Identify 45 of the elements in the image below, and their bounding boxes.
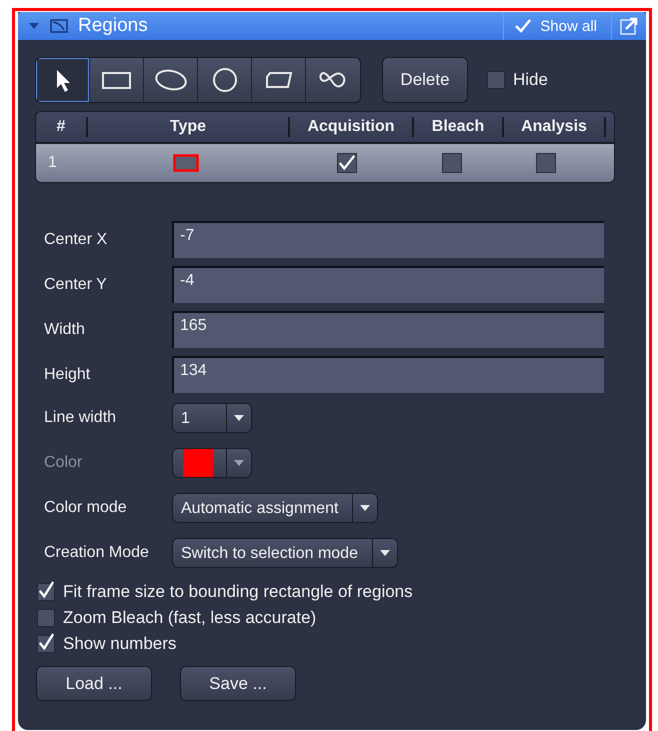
- pointer-tool-button[interactable]: [36, 58, 90, 102]
- caret-icon: [378, 549, 391, 557]
- file-button[interactable]: Save ...: [180, 666, 296, 701]
- delete-button[interactable]: Delete: [382, 57, 468, 103]
- table-checkbox[interactable]: [536, 153, 556, 173]
- color-dropdown[interactable]: [172, 448, 252, 478]
- region-number: 1: [47, 154, 58, 172]
- collapse-icon[interactable]: [28, 22, 40, 30]
- option-checkbox[interactable]: Fit frame size to bounding rectangle of regions: [37, 582, 646, 602]
- dropdown-label: Line width: [43, 409, 118, 427]
- table-checkbox[interactable]: [442, 153, 462, 173]
- check-icon: [38, 632, 54, 652]
- dropdown-label: Color: [43, 454, 84, 472]
- column-header: Bleach: [414, 117, 504, 137]
- option-checkbox[interactable]: Zoom Bleach (fast, less accurate): [37, 608, 646, 628]
- field-label: Center X: [43, 230, 108, 248]
- field-label: Width: [43, 320, 86, 338]
- field-label: Center Y: [43, 276, 108, 294]
- show-all-toggle[interactable]: Show all: [503, 12, 611, 40]
- dropdown[interactable]: Switch to selection mode: [172, 538, 398, 568]
- column-header: Type: [88, 117, 290, 137]
- input-field[interactable]: 134: [172, 356, 604, 393]
- input-field[interactable]: 165: [172, 311, 604, 348]
- field-label: Height: [43, 366, 92, 384]
- file-button[interactable]: Load ...: [36, 666, 152, 701]
- column-header: #: [36, 117, 88, 137]
- dropdown[interactable]: Automatic assignment: [172, 493, 378, 523]
- input-field[interactable]: -7: [172, 221, 604, 258]
- dropdown[interactable]: 1: [172, 403, 252, 433]
- input-field[interactable]: -4: [172, 266, 604, 303]
- region-icon: [50, 19, 68, 33]
- dropdown-label: Creation Mode: [43, 544, 150, 562]
- column-header: Analysis: [504, 117, 606, 137]
- check-icon: [514, 18, 532, 34]
- caret-icon: [233, 459, 245, 467]
- option-checkbox[interactable]: Show numbers: [37, 634, 646, 654]
- caret-icon: [359, 504, 372, 512]
- caret-icon: [233, 414, 245, 422]
- check-icon: [38, 580, 54, 600]
- table-checkbox[interactable]: [337, 153, 357, 173]
- hide-checkbox[interactable]: Hide: [487, 70, 548, 90]
- check-icon: [338, 154, 356, 172]
- panel-title: Regions: [78, 15, 149, 37]
- column-header: Acquisition: [290, 117, 414, 137]
- dropdown-label: Color mode: [43, 499, 128, 517]
